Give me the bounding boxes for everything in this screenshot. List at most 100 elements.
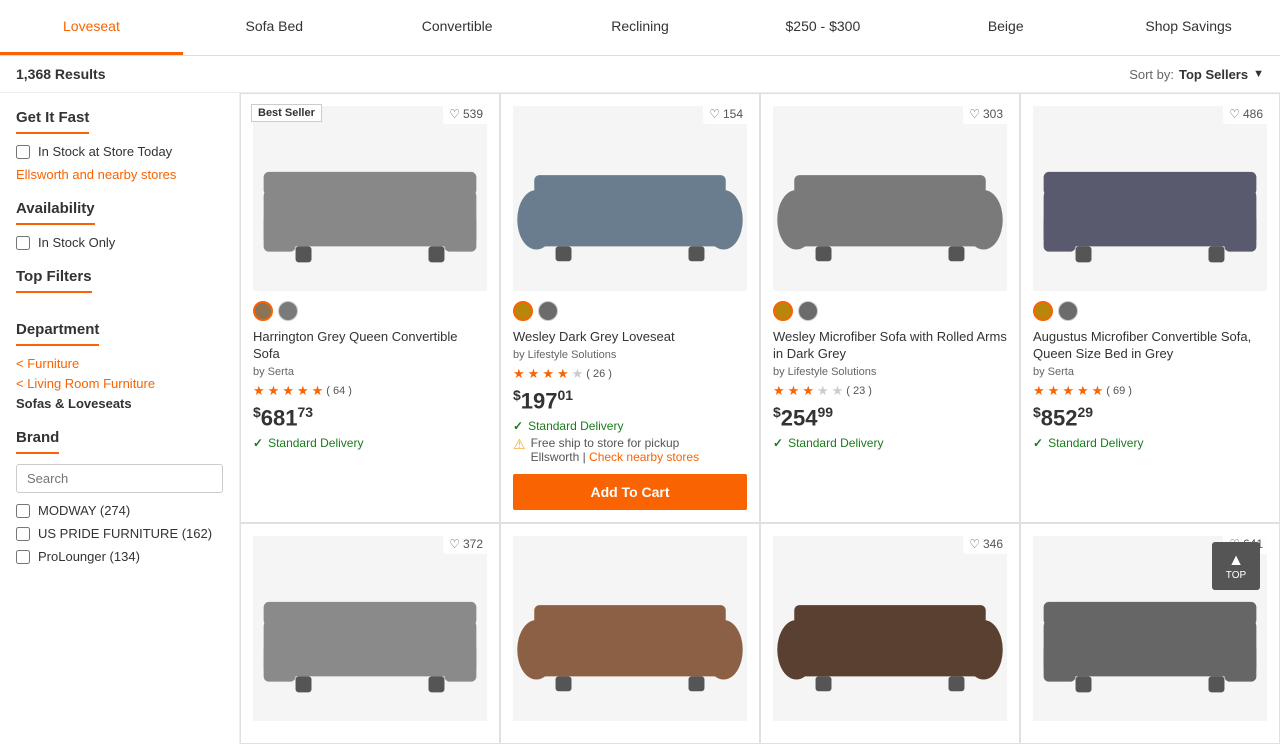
color-swatch[interactable] [253,301,273,321]
product-brand: by Serta [253,366,487,378]
star-full-icon: ★ [1048,383,1060,399]
nav-sofa-bed[interactable]: Sofa Bed [183,0,366,55]
sort-chevron-icon[interactable]: ▼ [1253,68,1264,80]
wishlist-button[interactable]: ♡ 303 [963,104,1009,124]
sidebar: Get It Fast In Stock at Store Today Ells… [0,93,240,744]
color-swatch[interactable] [513,301,533,321]
product-price: $19701 [513,387,747,414]
brand-modway-checkbox[interactable] [16,504,30,518]
product-name[interactable]: Augustus Microfiber Convertible Sofa, Qu… [1033,329,1267,363]
color-swatch[interactable] [1058,301,1078,321]
product-image[interactable] [253,106,487,291]
color-swatch[interactable] [538,301,558,321]
review-count[interactable]: ( 69 ) [1106,385,1132,397]
color-swatch[interactable] [798,301,818,321]
wishlist-count: 486 [1243,107,1263,121]
product-image[interactable] [773,106,1007,291]
dept-living-room-link[interactable]: < Living Room Furniture [16,376,223,391]
product-card: ♡ 486 Augustus Microfiber Convertible So… [1020,93,1280,523]
star-full-icon: ★ [557,366,569,382]
product-brand: by Serta [1033,366,1267,378]
star-half-icon: ★ [1092,383,1104,399]
star-empty-icon: ★ [832,383,844,399]
product-price: $85229 [1033,404,1267,431]
nav-reclining[interactable]: Reclining [549,0,732,55]
dept-current: Sofas & Loveseats [16,396,223,411]
availability-title: Availability [16,200,95,225]
in-stock-only-checkbox[interactable] [16,236,30,250]
wishlist-count: 154 [723,107,743,121]
in-stock-store-checkbox[interactable] [16,145,30,159]
star-full-icon: ★ [1062,383,1074,399]
star-full-icon: ★ [542,366,554,382]
star-empty-icon: ★ [572,366,584,382]
star-full-icon: ★ [773,383,785,399]
dept-furniture-link[interactable]: < Furniture [16,356,223,371]
wishlist-button[interactable]: ♡ 372 [443,534,489,554]
in-stock-store-label: In Stock at Store Today [38,144,172,159]
brand-title: Brand [16,429,59,454]
color-swatch[interactable] [1033,301,1053,321]
nav-price-range[interactable]: $250 - $300 [731,0,914,55]
in-stock-store-row: In Stock at Store Today [16,144,223,159]
store-link[interactable]: Ellsworth and nearby stores [16,167,223,182]
product-image[interactable] [513,536,747,721]
back-to-top-button[interactable]: ▲ TOP [1212,542,1260,590]
top-filters-title: Top Filters [16,268,92,293]
star-empty-icon: ★ [817,383,829,399]
color-swatches [513,301,747,321]
product-name[interactable]: Harrington Grey Queen Convertible Sofa [253,329,487,363]
color-swatch[interactable] [773,301,793,321]
nav-convertible[interactable]: Convertible [366,0,549,55]
nav-beige[interactable]: Beige [914,0,1097,55]
review-count[interactable]: ( 26 ) [586,368,612,380]
product-brand: by Lifestyle Solutions [513,349,747,361]
nav-loveseat[interactable]: Loveseat [0,0,183,55]
product-image[interactable] [253,536,487,721]
wishlist-count: 346 [983,537,1003,551]
brand-prolounger-label: ProLounger (134) [38,549,140,564]
wishlist-button[interactable]: ♡ 346 [963,534,1009,554]
product-rating: ★★★★★ ( 64 ) [253,383,487,399]
results-bar: 1,368 Results Sort by: Top Sellers ▼ [0,56,1280,93]
delivery-label: Standard Delivery [528,419,623,433]
content-area: Best Seller ♡ 539 Harrington Grey Queen … [240,93,1280,744]
top-filters-section: Top Filters [16,268,223,303]
product-image[interactable] [513,106,747,291]
wishlist-button[interactable]: ♡ 154 [703,104,749,124]
sort-value[interactable]: Top Sellers [1179,67,1248,82]
star-full-icon: ★ [1033,383,1045,399]
product-name[interactable]: Wesley Microfiber Sofa with Rolled Arms … [773,329,1007,363]
add-to-cart-button[interactable]: Add To Cart [513,474,747,510]
check-icon: ✓ [253,436,263,450]
product-image[interactable] [1033,106,1267,291]
review-count[interactable]: ( 64 ) [326,385,352,397]
wishlist-button[interactable]: ♡ 486 [1223,104,1269,124]
star-full-icon: ★ [788,383,800,399]
review-count[interactable]: ( 23 ) [846,385,872,397]
brand-prolounger-checkbox[interactable] [16,550,30,564]
heart-icon: ♡ [1229,107,1240,121]
heart-icon: ♡ [449,537,460,551]
brand-uspride-checkbox[interactable] [16,527,30,541]
brand-prolounger-row: ProLounger (134) [16,549,223,564]
brand-uspride-label: US PRIDE FURNITURE (162) [38,526,212,541]
star-full-icon: ★ [268,383,280,399]
main-layout: Get It Fast In Stock at Store Today Ells… [0,93,1280,744]
color-swatch[interactable] [278,301,298,321]
check-nearby-link[interactable]: Check nearby stores [589,450,699,464]
star-full-icon: ★ [1077,383,1089,399]
color-swatches [773,301,1007,321]
heart-icon: ♡ [709,107,720,121]
wishlist-button[interactable]: ♡ 539 [443,104,489,124]
product-name[interactable]: Wesley Dark Grey Loveseat [513,329,747,346]
product-rating: ★★★★★ ( 23 ) [773,383,1007,399]
check-icon: ✓ [513,419,523,433]
brand-search-input[interactable] [16,464,223,493]
star-full-icon: ★ [297,383,309,399]
in-stock-only-row: In Stock Only [16,235,223,250]
nav-shop-savings[interactable]: Shop Savings [1097,0,1280,55]
product-price: $68173 [253,404,487,431]
product-image[interactable] [773,536,1007,721]
check-icon: ✓ [1033,436,1043,450]
